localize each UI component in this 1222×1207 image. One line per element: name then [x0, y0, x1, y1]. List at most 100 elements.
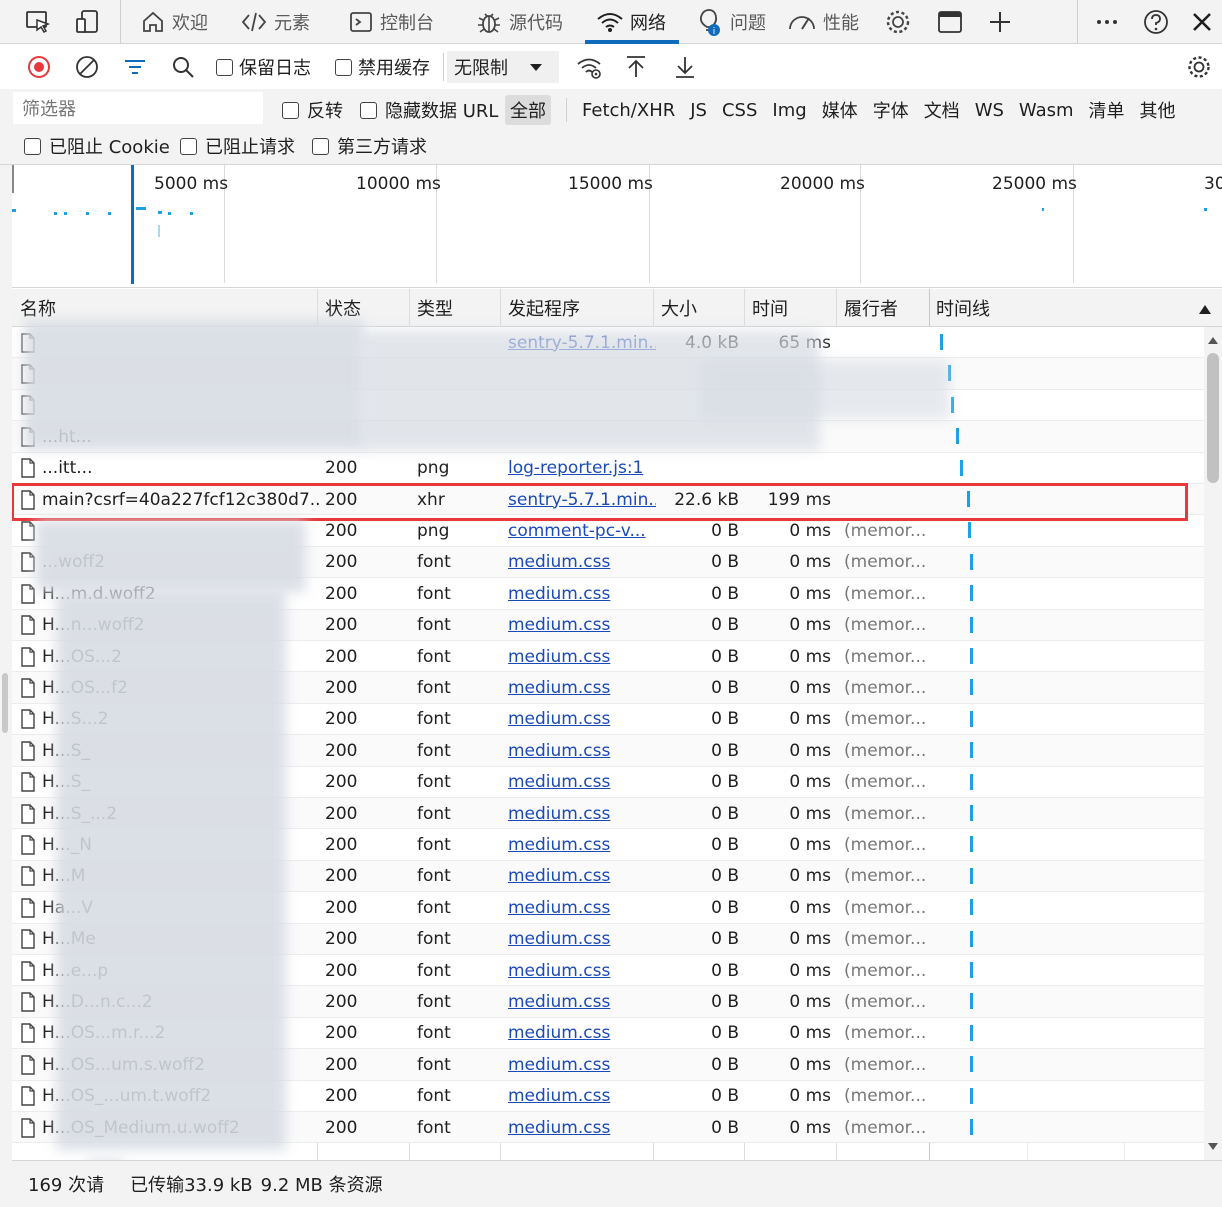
network-conditions-button[interactable] — [576, 45, 604, 89]
request-initiator-link[interactable]: medium.css — [508, 1018, 656, 1049]
request-initiator-link[interactable]: medium.css — [508, 829, 656, 860]
dom-content-loaded-marker — [131, 165, 134, 284]
invert-checkbox[interactable]: 反转 — [282, 92, 343, 128]
type-filter-other[interactable]: 其他 — [1140, 97, 1176, 123]
type-filter-img[interactable]: Img — [772, 100, 806, 121]
blocked-cookies-checkbox[interactable]: 已阻止 Cookie — [24, 128, 170, 164]
request-fulfilled-by: (memor... — [844, 866, 927, 887]
blocked-cookies-check[interactable] — [24, 137, 41, 155]
network-settings-button[interactable] — [1186, 45, 1212, 89]
request-initiator-link[interactable]: medium.css — [508, 1049, 656, 1080]
tab-elements[interactable]: 元素 — [240, 0, 310, 44]
waterfall-bar — [951, 396, 954, 413]
request-size: 0 B — [711, 646, 739, 667]
request-initiator-link[interactable]: medium.css — [508, 861, 656, 892]
hide-data-urls-checkbox[interactable]: 隐藏数据 URL — [360, 92, 498, 128]
type-filter-wasm[interactable]: Wasm — [1019, 100, 1074, 121]
type-filter-doc[interactable]: 文档 — [924, 97, 960, 123]
type-filter-ws[interactable]: WS — [975, 100, 1004, 121]
import-har-button[interactable] — [624, 45, 648, 89]
request-initiator-link[interactable]: medium.css — [508, 547, 656, 578]
tab-performance[interactable]: 性能 — [787, 0, 859, 44]
type-filter-css[interactable]: CSS — [722, 100, 757, 121]
disable-cache-check[interactable] — [335, 58, 352, 76]
preserve-log-check[interactable] — [216, 58, 233, 76]
column-header-type[interactable]: 类型 — [409, 289, 453, 327]
record-button[interactable] — [26, 45, 52, 89]
invert-check[interactable] — [282, 101, 299, 119]
waterfall-bar — [970, 648, 973, 664]
type-filter-js[interactable]: JS — [690, 100, 707, 121]
add-tab-button[interactable] — [987, 0, 1013, 44]
disable-cache-checkbox[interactable]: 禁用缓存 — [335, 45, 430, 89]
request-initiator-link[interactable]: medium.css — [508, 610, 656, 641]
window-button[interactable] — [936, 0, 964, 44]
column-header-initiator[interactable]: 发起程序 — [500, 289, 580, 327]
tab-issues[interactable]: i 问题 — [694, 0, 766, 44]
clear-button[interactable] — [74, 45, 100, 89]
third-party-check[interactable] — [312, 137, 329, 155]
filter-input[interactable]: 筛选器 — [13, 92, 263, 124]
blocked-requests-check[interactable] — [180, 137, 197, 155]
type-filter-font[interactable]: 字体 — [873, 97, 909, 123]
hide-data-urls-label: 隐藏数据 URL — [385, 101, 499, 122]
panel-resize-handle[interactable] — [2, 673, 8, 733]
scrollbar-thumb[interactable] — [1207, 353, 1219, 483]
request-initiator-link[interactable]: log-reporter.js:1 — [508, 453, 656, 484]
request-initiator-link[interactable]: medium.css — [508, 578, 656, 609]
preserve-log-checkbox[interactable]: 保留日志 — [216, 45, 311, 89]
document-icon — [21, 897, 35, 918]
column-header-waterfall[interactable]: 时间线 — [928, 289, 990, 327]
more-options-button[interactable] — [1094, 0, 1120, 44]
tab-welcome[interactable]: 欢迎 — [140, 0, 208, 44]
tab-sources[interactable]: 源代码 — [475, 0, 563, 44]
document-icon — [21, 1054, 35, 1075]
request-initiator-link[interactable]: medium.css — [508, 735, 656, 766]
third-party-checkbox[interactable]: 第三方请求 — [312, 128, 427, 164]
blocked-requests-checkbox[interactable]: 已阻止请求 — [180, 128, 295, 164]
waterfall-bar — [970, 867, 973, 884]
tab-welcome-label: 欢迎 — [172, 13, 208, 34]
request-initiator-link[interactable]: medium.css — [508, 955, 656, 986]
type-filter-manifest[interactable]: 清单 — [1089, 97, 1125, 123]
type-filter-fetch-xhr[interactable]: Fetch/XHR — [582, 100, 675, 121]
tab-network[interactable]: 网络 — [596, 0, 666, 44]
request-initiator-link[interactable]: medium.css — [508, 892, 656, 923]
request-fulfilled-by — [844, 453, 934, 484]
request-initiator-link[interactable]: medium.css — [508, 704, 656, 735]
device-emulation-button[interactable] — [74, 0, 102, 44]
overview-start-handle[interactable] — [12, 165, 14, 193]
request-initiator-link[interactable]: medium.css — [508, 1081, 656, 1112]
vertical-scrollbar[interactable] — [1204, 327, 1222, 1160]
network-overview-timeline[interactable]: 5000 ms 10000 ms 15000 ms 20000 ms 25000… — [12, 165, 1222, 288]
request-initiator-link[interactable]: medium.css — [508, 1112, 656, 1143]
request-fulfilled-by: (memor... — [844, 615, 927, 636]
request-initiator-link[interactable]: medium.css — [508, 767, 656, 798]
help-button[interactable] — [1142, 0, 1170, 44]
request-size: 0 B — [711, 1086, 739, 1107]
tab-console[interactable]: 控制台 — [348, 0, 434, 44]
request-initiator-link[interactable]: medium.css — [508, 986, 656, 1017]
request-type: font — [417, 1086, 451, 1107]
settings-gear-button[interactable] — [884, 0, 912, 44]
export-har-button[interactable] — [673, 45, 697, 89]
table-row[interactable]: ...itt... 200 png log-reporter.js:1 — [12, 452, 1204, 484]
column-header-size[interactable]: 大小 — [653, 289, 697, 327]
search-icon — [173, 57, 194, 78]
hide-data-urls-check[interactable] — [360, 101, 377, 119]
request-initiator-link[interactable]: medium.css — [508, 672, 656, 703]
request-initiator-link[interactable]: medium.css — [508, 641, 656, 672]
filter-toggle-button[interactable] — [122, 45, 148, 89]
document-icon — [21, 992, 35, 1012]
search-button[interactable] — [170, 45, 196, 89]
type-filter-media[interactable]: 媒体 — [822, 97, 858, 123]
inspect-tool-button[interactable] — [24, 0, 52, 44]
throttling-select[interactable]: 无限制 — [447, 51, 559, 83]
close-devtools-button[interactable] — [1190, 0, 1214, 44]
type-filter-all[interactable]: 全部 — [505, 95, 551, 125]
request-initiator-link[interactable]: medium.css — [508, 924, 656, 955]
request-initiator-link[interactable]: medium.css — [508, 798, 656, 829]
column-header-time[interactable]: 时间 — [744, 289, 788, 327]
column-header-fulfilled-by[interactable]: 履行者 — [836, 289, 898, 327]
waterfall-bar — [970, 899, 973, 916]
